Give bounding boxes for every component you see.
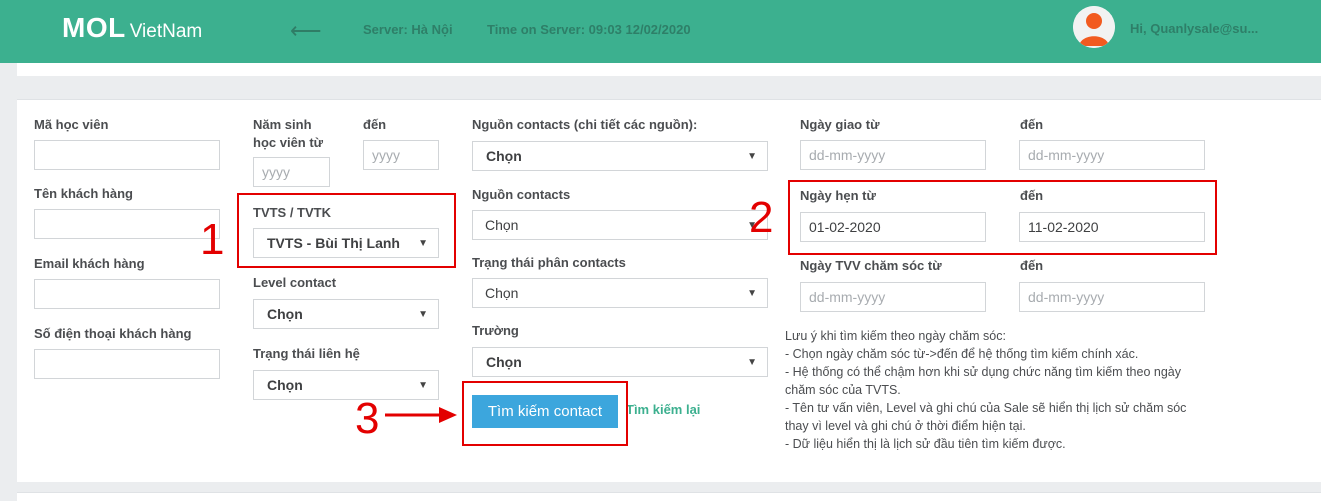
nguon-chi-tiet-select[interactable]: Chọn ▼ <box>472 141 768 171</box>
note-line: thay vì level và ghi chú ở thời điểm hiệ… <box>785 419 1026 433</box>
level-contact-label: Level contact <box>253 275 337 290</box>
caret-down-icon: ▼ <box>418 309 428 320</box>
ten-khach-hang-label: Tên khách hàng <box>34 186 133 201</box>
annotation-number-3: 3 <box>355 394 380 443</box>
ten-khach-hang-input[interactable] <box>34 209 220 239</box>
annotation-box-3 <box>462 381 628 446</box>
so-dien-thoai-label: Số điện thoại khách hàng <box>34 326 192 341</box>
trang-thai-lien-he-value: Chọn <box>267 377 303 393</box>
bottom-panel <box>17 492 1321 501</box>
server-time: Time on Server: 09:03 12/02/2020 <box>487 22 691 37</box>
nguon-chi-tiet-label: Nguồn contacts (chi tiết các nguồn): <box>472 117 698 132</box>
caret-down-icon: ▼ <box>418 380 428 391</box>
ngay-giao-to-input[interactable] <box>1019 140 1205 170</box>
note-line: - Dữ liệu hiển thị là lịch sử đầu tiên t… <box>785 437 1066 451</box>
note-line: - Chọn ngày chăm sóc từ->đến để hệ thống… <box>785 347 1139 361</box>
level-contact-select[interactable]: Chọn ▼ <box>253 299 439 329</box>
trang-thai-phan-value: Chọn <box>485 285 519 301</box>
truong-value: Chọn <box>486 354 522 370</box>
note-line: - Tên tư vấn viên, Level và ghi chú của … <box>785 401 1187 415</box>
reset-search-link[interactable]: Tìm kiếm lại <box>626 402 700 417</box>
nguon-contacts-select[interactable]: Chọn ▼ <box>472 210 768 240</box>
app-root: MOL VietNam ⟵ Server: Hà Nội Time on Serv… <box>0 0 1321 501</box>
ma-hoc-vien-input[interactable] <box>34 140 220 170</box>
ngay-tvv-from-input[interactable] <box>800 282 986 312</box>
note-line: chăm sóc của TVTS. <box>785 383 901 397</box>
logo[interactable]: MOL VietNam <box>62 12 202 44</box>
annotation-arrow-icon <box>385 407 457 423</box>
nam-sinh-from-input[interactable] <box>253 157 330 187</box>
ngay-giao-from-input[interactable] <box>800 140 986 170</box>
level-contact-value: Chọn <box>267 306 303 322</box>
so-dien-thoai-input[interactable] <box>34 349 220 379</box>
truong-select[interactable]: Chọn ▼ <box>472 347 768 377</box>
annotation-box-1 <box>237 193 456 268</box>
logo-sub: VietNam <box>129 21 203 42</box>
ngay-tvv-label: Ngày TVV chăm sóc từ <box>800 258 942 273</box>
email-label: Email khách hàng <box>34 256 145 271</box>
avatar[interactable] <box>1073 6 1115 48</box>
arrow-left-icon[interactable]: ⟵ <box>290 20 322 42</box>
top-strip <box>17 63 1321 76</box>
annotation-box-2 <box>788 180 1217 255</box>
annotation-number-2: 2 <box>749 193 774 242</box>
truong-label: Trường <box>472 323 519 338</box>
trang-thai-lien-he-select[interactable]: Chọn ▼ <box>253 370 439 400</box>
logo-main: MOL <box>62 12 126 43</box>
annotation-number-1: 1 <box>200 215 225 264</box>
ngay-tvv-to-input[interactable] <box>1019 282 1205 312</box>
nguon-contacts-label: Nguồn contacts <box>472 187 571 202</box>
server-label: Server: Hà Nội <box>363 22 453 37</box>
caret-down-icon: ▼ <box>747 357 757 368</box>
nam-sinh-label: Năm sinh học viên từ <box>253 116 323 152</box>
trang-thai-lien-he-label: Trạng thái liên hệ <box>253 346 360 361</box>
ngay-giao-to-label: đến <box>1020 117 1044 132</box>
user-avatar-icon <box>1073 6 1115 48</box>
ngay-tvv-to-label: đến <box>1020 258 1044 273</box>
nguon-chi-tiet-value: Chọn <box>486 148 522 164</box>
nam-sinh-to-input[interactable] <box>363 140 439 170</box>
email-input[interactable] <box>34 279 220 309</box>
nguon-contacts-value: Chọn <box>485 217 519 233</box>
caret-down-icon: ▼ <box>747 288 757 299</box>
user-greeting[interactable]: Hi, Quanlysale@su... <box>1130 21 1258 36</box>
nam-sinh-to-label: đến <box>363 117 387 132</box>
top-bar: MOL VietNam ⟵ Server: Hà Nội Time on Serv… <box>0 0 1321 63</box>
nam-sinh-label-line2: học viên từ <box>253 135 324 150</box>
trang-thai-phan-select[interactable]: Chọn ▼ <box>472 278 768 308</box>
search-notes: Lưu ý khi tìm kiếm theo ngày chăm sóc: -… <box>785 327 1225 453</box>
caret-down-icon: ▼ <box>747 151 757 162</box>
note-line: Lưu ý khi tìm kiếm theo ngày chăm sóc: <box>785 329 1006 343</box>
trang-thai-phan-label: Trạng thái phân contacts <box>472 255 626 270</box>
ngay-giao-label: Ngày giao từ <box>800 117 880 132</box>
nam-sinh-label-line1: Năm sinh <box>253 117 312 132</box>
note-line: - Hệ thống có thể chậm hơn khi sử dụng c… <box>785 365 1181 379</box>
ma-hoc-vien-label: Mã học viên <box>34 117 109 132</box>
